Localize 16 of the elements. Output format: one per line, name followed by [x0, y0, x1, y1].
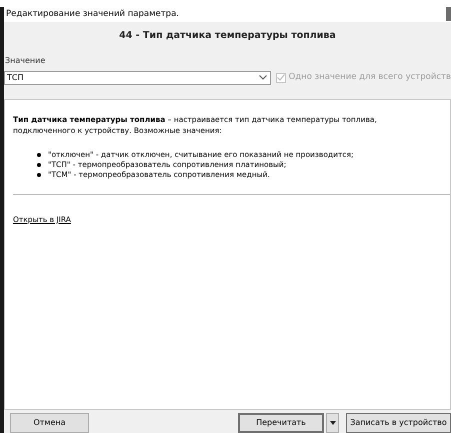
bullet-icon: [37, 162, 41, 167]
scrollbar-thumb[interactable]: [446, 7, 451, 21]
parameter-heading: 44 - Тип датчика температуры топлива: [119, 29, 336, 44]
field-label: Значение: [5, 56, 46, 65]
caret-down-icon: [330, 421, 336, 425]
dropdown-button[interactable]: [326, 413, 339, 433]
window-title: Редактирование значений параметра.: [6, 8, 179, 22]
value-dropdown[interactable]: ТСП: [4, 70, 271, 85]
cancel-button[interactable]: Отмена: [10, 413, 89, 433]
bullet-icon: [37, 152, 41, 157]
bullet-icon: [37, 172, 41, 177]
field-value: ТСП: [7, 72, 24, 84]
chevron-down-icon: [258, 75, 267, 80]
write-button[interactable]: Записать в устройство: [346, 413, 451, 433]
reread-button[interactable]: Перечитать: [238, 413, 324, 433]
checkbox-label: Одно значение для всего устройств: [288, 71, 451, 84]
